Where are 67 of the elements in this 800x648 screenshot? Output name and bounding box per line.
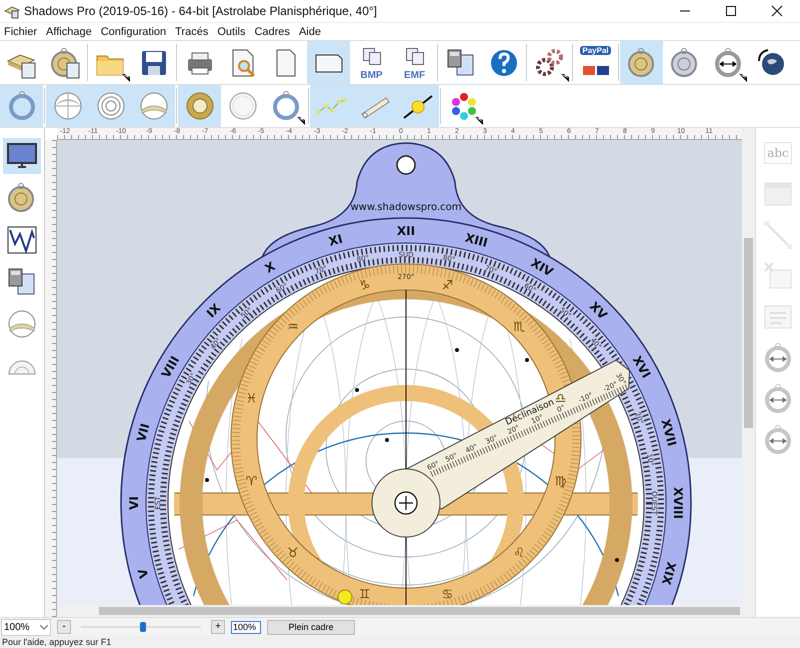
toolbar-button[interactable] [307, 41, 350, 84]
menu-item[interactable]: Tracés [175, 26, 208, 38]
fit-page-button[interactable]: Plein cadre [267, 620, 355, 634]
dropdown-arrow-icon [475, 117, 483, 125]
hour-label: XII [396, 224, 416, 238]
zoom-field[interactable]: 100% [231, 620, 261, 634]
calculator-icon [444, 46, 476, 78]
zodiac-sign: ♌ [513, 546, 525, 562]
astrolabe-document-icon [48, 46, 80, 78]
gears-icon [534, 46, 566, 78]
sun-marker[interactable] [338, 590, 352, 604]
menu-item[interactable]: Affichage [46, 26, 92, 38]
zodiac-sign: ♒ [287, 320, 299, 335]
documents-icon [406, 48, 424, 65]
slider-thumb[interactable] [140, 622, 146, 632]
zodiac-sign: ♊ [358, 588, 370, 603]
zodiac-sign: ♏ [513, 320, 525, 335]
tool-button[interactable] [3, 138, 41, 174]
hour-label: V [135, 567, 152, 580]
hour-label: XV [586, 299, 610, 322]
zoom-out-button[interactable]: - [57, 620, 71, 634]
dropdown-arrow-icon [561, 74, 569, 82]
hour-label: XIII [464, 230, 490, 250]
horizontal-scrollbar[interactable] [57, 605, 755, 617]
hour-label: X [262, 259, 278, 276]
zoom-in-button[interactable]: + [211, 620, 225, 634]
documents-icon [362, 48, 380, 65]
vertical-scrollbar[interactable] [742, 128, 755, 605]
caret-icon [40, 624, 48, 630]
zoom-dropdown[interactable]: 100% [1, 618, 51, 636]
zodiac-sign: ♐ [442, 278, 454, 294]
concentric-circles-icon [94, 90, 126, 122]
hour-label: XIX [659, 560, 678, 586]
hour-label: VII [134, 422, 152, 444]
dropdown-arrow-icon [122, 74, 130, 82]
menu-item[interactable]: Configuration [100, 26, 166, 38]
rete-icon [184, 90, 216, 122]
zodiac-sign: ♓ [246, 392, 258, 407]
hour-label: XI [327, 232, 344, 249]
zodiac-sign: ♉ [287, 546, 299, 562]
zodiac-sign: ♋ [442, 588, 454, 603]
hour-label: XVII [658, 418, 680, 448]
dome-icon [6, 308, 38, 340]
dropdown-arrow-icon [297, 117, 305, 125]
dropdown-arrow-icon [739, 74, 747, 82]
status-text: Pour l'aide, appuyez sur F1 [2, 637, 112, 647]
dome-icon [138, 90, 170, 122]
hemisphere-icon [52, 90, 84, 122]
menu-item[interactable]: Outils [217, 26, 246, 38]
toolbar-button[interactable] [396, 85, 439, 127]
hour-label: VI [127, 496, 141, 510]
website-label: www.shadowspro.com [350, 202, 462, 213]
menu-item[interactable]: Aide [298, 26, 321, 38]
hour-label: XIV [528, 256, 556, 280]
hour-label: XVIII [671, 487, 685, 519]
wave-chart-icon [6, 224, 38, 256]
payment-cards-icon [582, 66, 608, 75]
zodiac-sign: ♈ [246, 474, 258, 490]
window-title: Shadows Pro (2019-05-16) - 64-bit [Astrolabe Planisphérique, 40°] [24, 4, 378, 18]
hour-label: IX [204, 300, 224, 320]
zodiac-sign: ♑ [358, 278, 370, 294]
dial-icon [226, 90, 258, 122]
zodiac-sign: ♍ [554, 474, 566, 490]
menu-item[interactable]: Cadres [254, 26, 290, 38]
zoom-slider[interactable] [81, 620, 201, 634]
menu-item[interactable]: Fichier [4, 26, 38, 38]
line-icon [762, 219, 794, 251]
